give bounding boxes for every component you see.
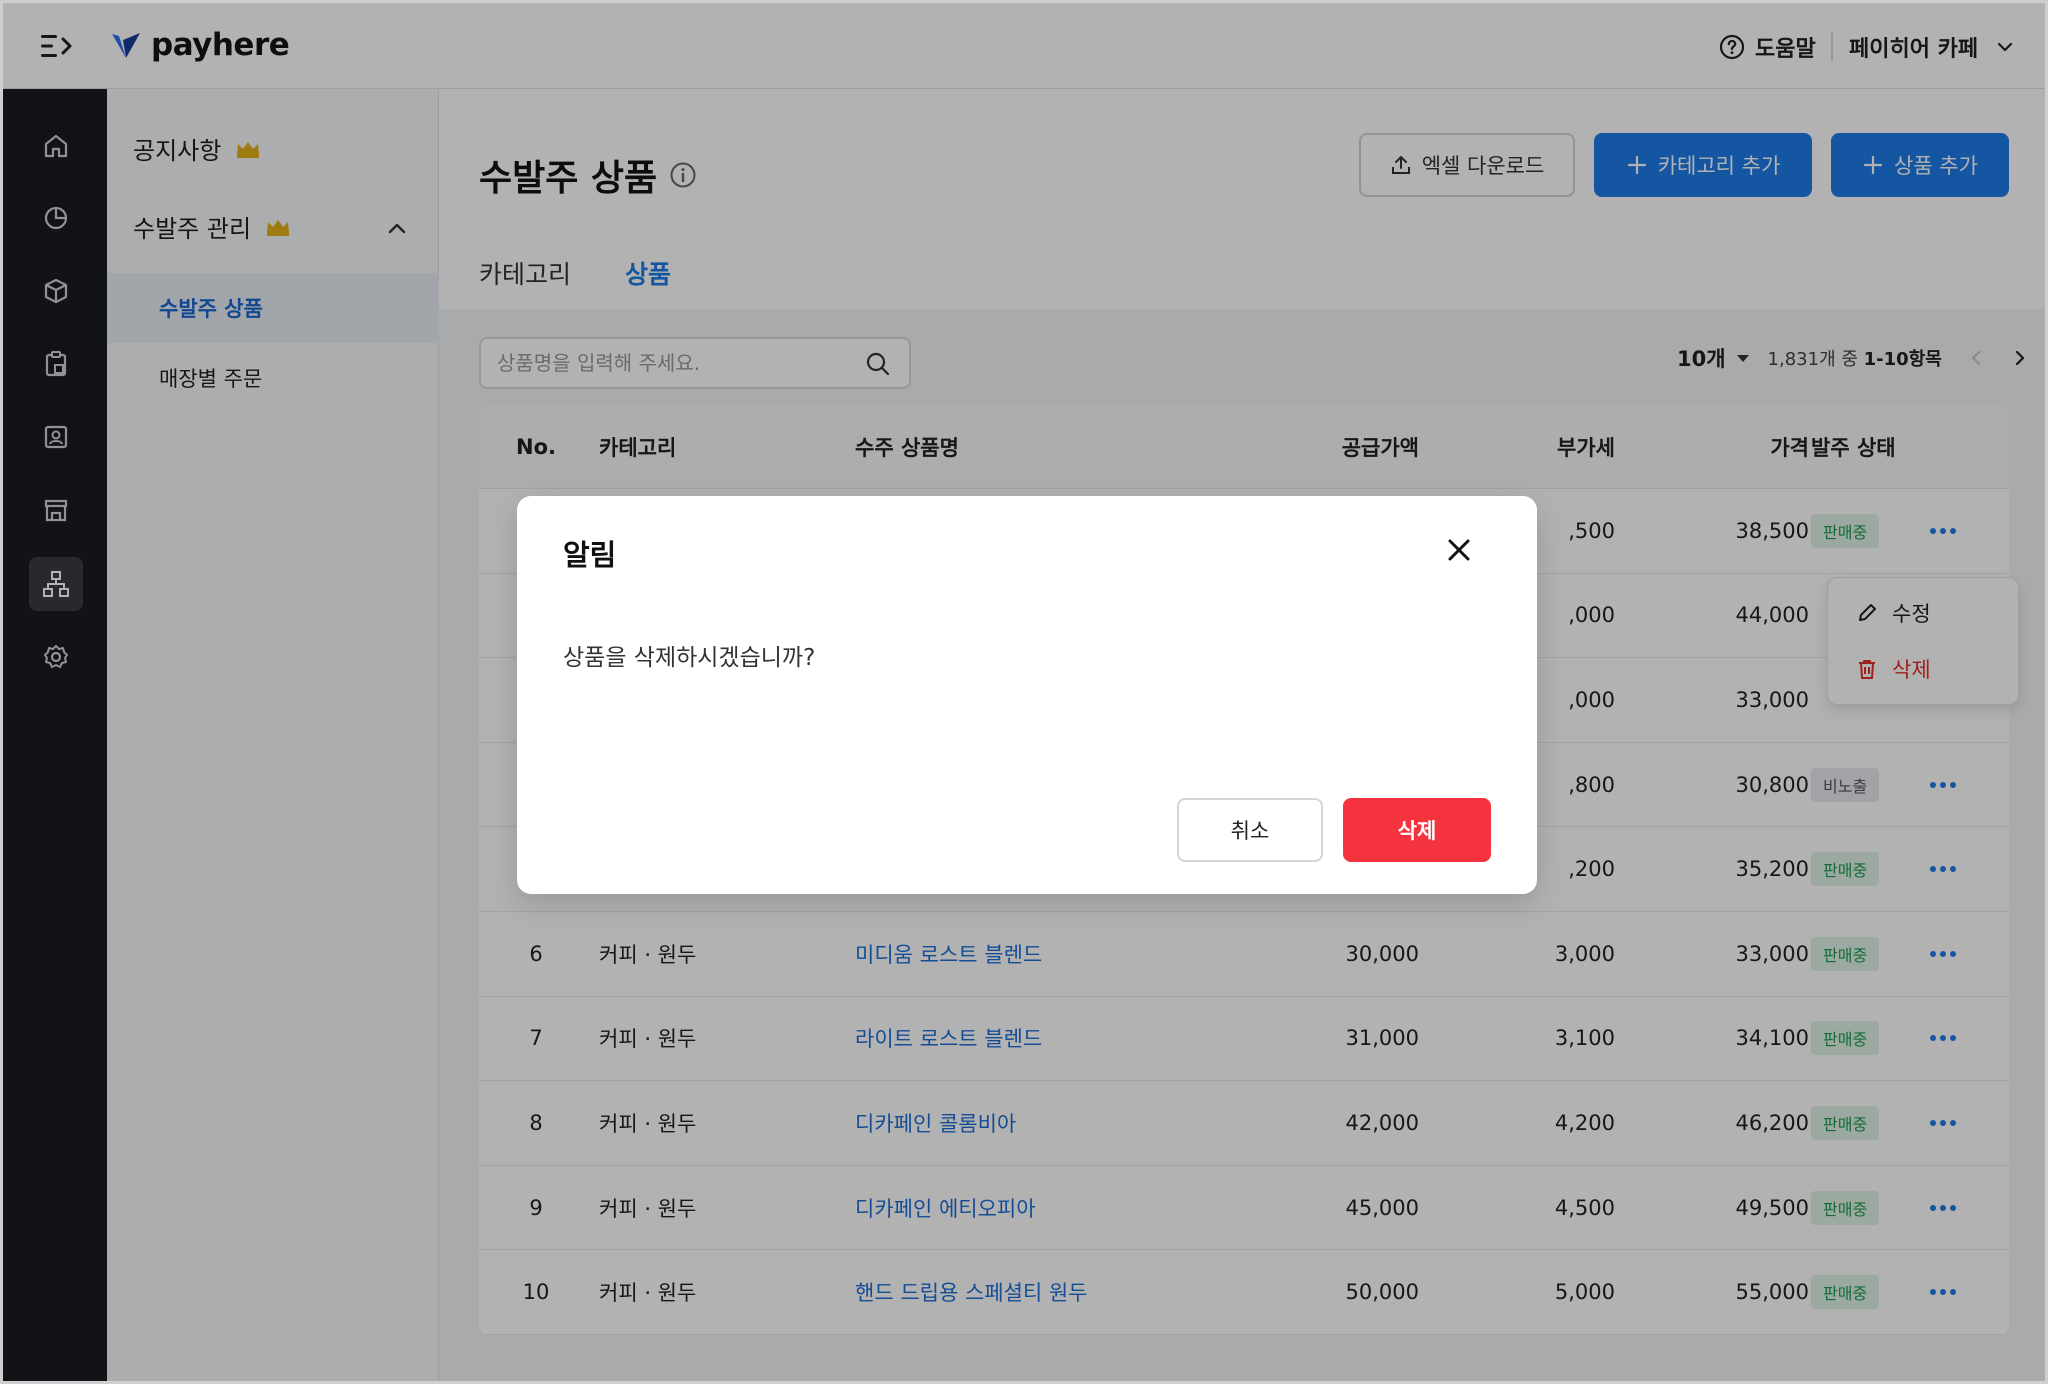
close-icon[interactable]: [1443, 534, 1475, 566]
cancel-button[interactable]: 취소: [1177, 798, 1323, 862]
dialog-message: 상품을 삭제하시겠습니까?: [563, 645, 816, 671]
confirm-dialog: 알림 상품을 삭제하시겠습니까? 취소 삭제: [517, 496, 1537, 894]
app-window: payhere 도움말 페이히어 카페 공지사항 수발주 관리 수발주 상품 매…: [0, 0, 2048, 1384]
confirm-delete-button[interactable]: 삭제: [1343, 798, 1491, 862]
dialog-title: 알림: [563, 538, 617, 572]
